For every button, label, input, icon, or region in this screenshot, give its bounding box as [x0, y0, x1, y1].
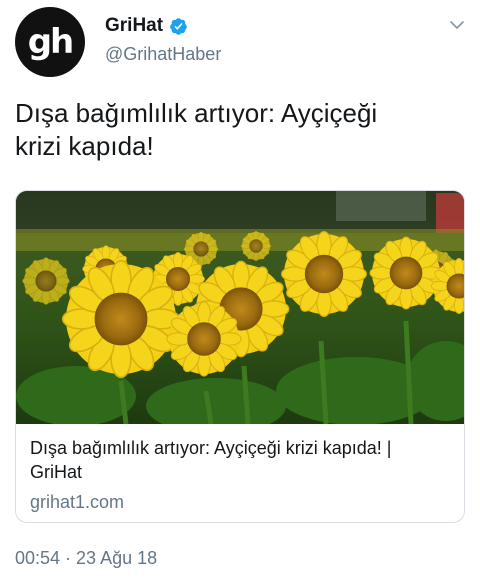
tweet-text: Dışa bağımlılık artıyor: Ayçiçeği krizi … — [15, 97, 465, 163]
card-domain: grihat1.com — [30, 492, 125, 512]
card-title: Dışa bağımlılık artıyor: Ayçiçeği krizi … — [30, 436, 452, 484]
card-title-line-2: GriHat — [30, 462, 83, 482]
name-row[interactable]: GriHat — [105, 15, 188, 37]
user-handle[interactable]: @GrihatHaber — [105, 44, 221, 65]
tweet-text-line-1: Dışa bağımlılık artıyor: Ayçiçeği — [15, 98, 378, 128]
card-body[interactable]: Dışa bağımlılık artıyor: Ayçiçeği krizi … — [16, 424, 464, 522]
tweet-header: gh GriHat @GrihatHaber — [0, 0, 480, 80]
tweet-text-line-2: krizi kapıda! — [15, 131, 154, 161]
verified-badge-icon — [170, 17, 187, 35]
display-name[interactable]: GriHat — [105, 15, 163, 37]
chevron-down-icon[interactable] — [448, 16, 466, 34]
avatar[interactable]: gh — [15, 7, 85, 77]
tweet-timestamp[interactable]: 00:54 · 23 Ağu 18 — [15, 548, 157, 569]
link-preview-card[interactable]: Dışa bağımlılık artıyor: Ayçiçeği krizi … — [15, 190, 465, 523]
sunflower-field-image — [16, 191, 464, 424]
avatar-logo-text: gh — [27, 22, 75, 62]
card-title-line-1: Dışa bağımlılık artıyor: Ayçiçeği krizi … — [30, 438, 392, 458]
